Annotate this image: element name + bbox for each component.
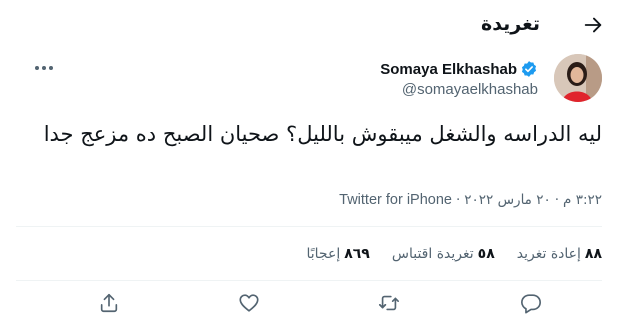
likes-count[interactable]: ٨٦٩ إعجابًا: [307, 246, 370, 262]
meta-separator: ·: [554, 192, 560, 208]
avatar[interactable]: [554, 54, 602, 102]
heart-icon[interactable]: [238, 292, 260, 314]
page-title: تغريدة: [480, 13, 540, 35]
retweet-icon[interactable]: [378, 292, 400, 314]
stat-number: ٨٦٩: [344, 246, 370, 262]
retweets-count[interactable]: ٨٨ إعادة تغريد: [517, 246, 602, 262]
stat-number: ٨٨: [584, 246, 602, 262]
stat-number: ٥٨: [477, 246, 495, 262]
tweet-stats: ٨٨ إعادة تغريد ٥٨ تغريدة اقتباس ٨٦٩ إعجا…: [307, 246, 603, 262]
top-bar: تغريدة: [0, 0, 618, 50]
tweet-date[interactable]: ٢٠ مارس ٢٠٢٢: [464, 192, 550, 208]
reply-icon[interactable]: [520, 292, 542, 314]
stat-label: إعجابًا: [306, 246, 341, 262]
more-options-icon[interactable]: [34, 64, 54, 72]
divider: [16, 226, 602, 227]
divider: [16, 280, 602, 281]
stat-label: تغريدة اقتباس: [391, 246, 474, 262]
back-arrow-icon[interactable]: [582, 14, 604, 36]
tweet-source[interactable]: Twitter for iPhone: [339, 192, 452, 208]
avatar-image: [554, 54, 602, 102]
tweet-meta: ٣:٢٢ م · ٢٠ مارس ٢٠٢٢ · Twitter for iPho…: [339, 192, 602, 208]
display-name[interactable]: Somaya Elkhashab: [380, 61, 517, 78]
meta-separator: ·: [455, 192, 461, 208]
tweet-actions: [0, 290, 618, 318]
user-handle[interactable]: @somayaelkhashab: [402, 81, 538, 98]
quote-tweets-count[interactable]: ٥٨ تغريدة اقتباس: [392, 246, 495, 262]
tweet-time[interactable]: ٣:٢٢ م: [563, 192, 602, 208]
share-icon[interactable]: [98, 292, 120, 314]
display-name-row[interactable]: Somaya Elkhashab: [380, 60, 538, 78]
tweet-author: Somaya Elkhashab @somayaelkhashab: [0, 50, 618, 110]
stat-label: إعادة تغريد: [516, 246, 581, 262]
tweet-text: ليه الدراسه والشغل ميبقوش بالليل؟ صحيان …: [43, 122, 602, 146]
verified-badge-icon: [521, 61, 537, 77]
